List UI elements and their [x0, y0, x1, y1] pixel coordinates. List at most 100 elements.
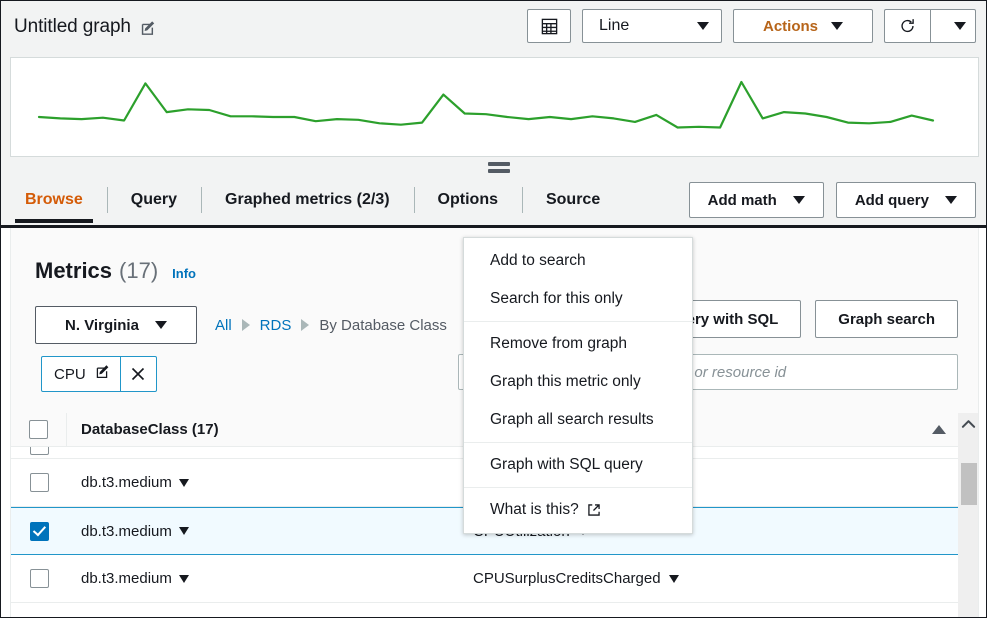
tab-options[interactable]: Options	[414, 178, 522, 222]
menu-item-label: Remove from graph	[490, 335, 627, 353]
row-checkbox[interactable]	[30, 569, 49, 588]
refresh-options-dropdown[interactable]	[930, 9, 976, 43]
row-database-class-label: db.t3.medium	[81, 523, 172, 540]
scroll-up-button[interactable]	[958, 413, 978, 435]
select-all-checkbox[interactable]	[29, 420, 48, 439]
menu-divider	[464, 321, 692, 322]
menu-item-remove-from-graph[interactable]: Remove from graph	[464, 325, 692, 363]
filter-token-label: CPU	[54, 366, 86, 383]
tab-browse[interactable]: Browse	[1, 178, 107, 222]
breadcrumb-item-current: By Database Class	[319, 317, 447, 334]
filter-token-cpu[interactable]: CPU	[41, 356, 157, 392]
region-breadcrumb-row: N. Virginia All RDS By Database Class	[35, 306, 447, 344]
tab-label: Browse	[25, 191, 83, 209]
scrollbar-thumb[interactable]	[961, 463, 977, 505]
table-row[interactable]: db.t3.medium CPUSurplusCreditsCharged	[11, 555, 978, 603]
row-checkbox[interactable]	[30, 522, 49, 541]
metrics-title: Metrics	[35, 258, 112, 284]
edit-filter-icon[interactable]	[95, 364, 111, 384]
menu-item-graph-with-sql-query[interactable]: Graph with SQL query	[464, 446, 692, 484]
metric-context-menu: Add to search Search for this only Remov…	[463, 237, 693, 534]
row-menu-caret-icon[interactable]	[179, 527, 189, 535]
column-header-databaseclass[interactable]: DatabaseClass (17)	[67, 421, 219, 438]
menu-item-graph-this-metric-only[interactable]: Graph this metric only	[464, 363, 692, 401]
table-vertical-scrollbar[interactable]	[958, 413, 978, 618]
chart-type-dropdown[interactable]: Line	[582, 9, 722, 43]
menu-item-label: Graph this metric only	[490, 373, 641, 391]
tab-graphed-metrics[interactable]: Graphed metrics (2/3)	[201, 178, 414, 222]
panel-resize-handle[interactable]	[488, 162, 510, 173]
row-database-class-label: db.t3.medium	[81, 570, 172, 587]
tab-label: Options	[438, 191, 498, 209]
menu-item-label: Graph all search results	[490, 411, 654, 429]
row-menu-caret-icon[interactable]	[179, 575, 189, 583]
tab-label: Source	[546, 191, 600, 209]
tab-bar-actions: Add math Add query	[689, 182, 976, 218]
tab-bar: Browse Query Graphed metrics (2/3) Optio…	[1, 178, 987, 222]
column-header-label: DatabaseClass	[81, 421, 188, 438]
sort-ascending-icon[interactable]	[932, 425, 946, 434]
select-all-cell	[11, 413, 67, 446]
menu-item-add-to-search[interactable]: Add to search	[464, 242, 692, 280]
active-filter-tokens: CPU	[41, 356, 157, 392]
region-selector[interactable]: N. Virginia	[35, 306, 197, 344]
graph-search-button[interactable]: Graph search	[815, 300, 958, 338]
chevron-right-icon	[301, 319, 309, 331]
metrics-count: (17)	[119, 258, 158, 284]
tab-label: Query	[131, 191, 177, 209]
add-query-label: Add query	[855, 192, 929, 209]
chart-type-label: Line	[599, 17, 629, 35]
row-database-class: db.t3.medium	[67, 523, 467, 540]
refresh-button[interactable]	[884, 9, 930, 43]
actions-label: Actions	[763, 18, 818, 35]
table-view-button[interactable]	[527, 9, 571, 43]
tab-query[interactable]: Query	[107, 178, 201, 222]
menu-item-search-for-this-only[interactable]: Search for this only	[464, 280, 692, 318]
actions-dropdown[interactable]: Actions	[733, 9, 873, 43]
menu-item-what-is-this[interactable]: What is this?	[464, 491, 692, 529]
column-header-count: (17)	[192, 421, 219, 438]
tab-label: Graphed metrics (2/3)	[225, 191, 390, 209]
chevron-down-icon	[155, 321, 167, 329]
menu-item-graph-all-search-results[interactable]: Graph all search results	[464, 401, 692, 439]
info-link[interactable]: Info	[172, 266, 196, 281]
chevron-down-icon	[954, 22, 966, 30]
chevron-down-icon	[831, 22, 843, 30]
row-metric-name: CPUSurplusCreditsCharged	[467, 570, 679, 587]
add-query-button[interactable]: Add query	[836, 182, 976, 218]
graph-search-label: Graph search	[838, 311, 935, 328]
menu-item-label: Graph with SQL query	[490, 456, 643, 474]
row-database-class-label: db.t3.medium	[81, 474, 172, 491]
row-metric-label: CPUSurplusCreditsCharged	[473, 570, 661, 587]
row-checkbox-cell	[11, 450, 67, 455]
filter-token-content: CPU	[42, 357, 120, 391]
metric-menu-caret-icon[interactable]	[669, 575, 679, 583]
page-title: Untitled graph	[14, 16, 131, 38]
menu-divider	[464, 442, 692, 443]
menu-item-label: Add to search	[490, 252, 586, 270]
graph-preview-panel	[10, 57, 979, 157]
tab-source[interactable]: Source	[522, 178, 624, 222]
chevron-down-icon	[793, 196, 805, 204]
menu-item-label: Search for this only	[490, 290, 623, 308]
breadcrumb-item-rds[interactable]: RDS	[260, 317, 292, 334]
graph-header: Untitled graph Line Actions	[1, 1, 987, 53]
row-checkbox[interactable]	[30, 473, 49, 492]
chevron-down-icon	[945, 196, 957, 204]
breadcrumb-item-all[interactable]: All	[215, 317, 232, 334]
row-menu-caret-icon[interactable]	[179, 479, 189, 487]
row-checkbox-cell	[11, 473, 67, 492]
remove-filter-icon[interactable]	[120, 357, 156, 391]
add-math-button[interactable]: Add math	[689, 182, 824, 218]
row-checkbox-cell	[11, 522, 67, 541]
row-database-class: db.t3.medium	[67, 474, 467, 491]
row-database-class: db.t3.medium	[67, 570, 467, 587]
metric-line-chart	[11, 58, 978, 156]
region-label: N. Virginia	[65, 317, 139, 334]
breadcrumb: All RDS By Database Class	[215, 317, 447, 334]
metrics-heading: Metrics (17) Info	[35, 258, 196, 284]
chevron-right-icon	[242, 319, 250, 331]
add-math-label: Add math	[708, 192, 777, 209]
edit-title-icon[interactable]	[140, 20, 157, 37]
cloudwatch-metrics-window: Untitled graph Line Actions	[0, 0, 987, 618]
